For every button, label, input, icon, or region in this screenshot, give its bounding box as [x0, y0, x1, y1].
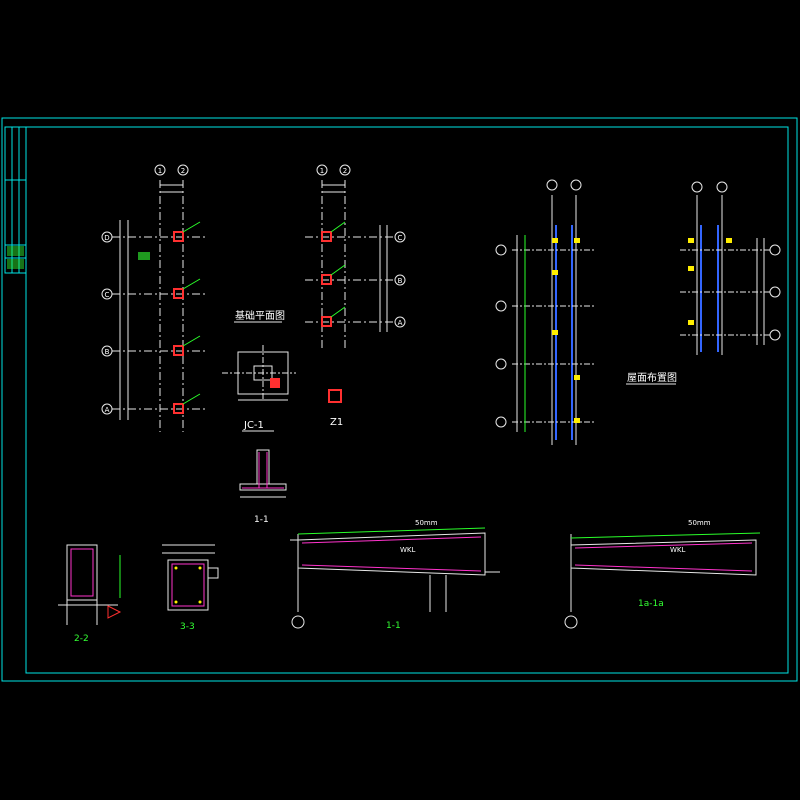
plan2-axis-2: 2 [343, 167, 347, 175]
slope-label: 50mm [415, 519, 438, 527]
inner-border [25, 126, 789, 674]
plan2-axis-1: 1 [320, 167, 324, 175]
z1-detail [328, 389, 342, 403]
drawing-sheet: 1 2 D C B A 1 2 C B A 基础平面图 JC-1 Z1 1-1 … [1, 117, 798, 682]
section-2-2-title: 2-2 [74, 634, 89, 644]
section-2-2 [58, 544, 122, 625]
beam-label: WKL [400, 546, 416, 554]
axis-d: D [104, 234, 109, 242]
jc1-plan-detail [222, 345, 296, 401]
z1-title: Z1 [330, 417, 343, 428]
small-1-1-title: 1-1 [254, 515, 269, 525]
elevation-2 [680, 181, 781, 355]
section-1-1: 50mm WKL [290, 519, 500, 629]
title-strip [4, 126, 27, 274]
axis-c: C [105, 291, 110, 299]
axis-a: A [105, 406, 110, 414]
plan2-axis-c: C [398, 234, 403, 242]
axis-b: B [105, 348, 110, 356]
foundation-plan-title: 基础平面图 [235, 309, 285, 322]
plan2-axis-a: A [398, 319, 403, 327]
roof-layout-title: 屋面布置图 [627, 372, 677, 384]
slope-label-2: 50mm [688, 519, 711, 527]
small-section-1-1 [239, 449, 287, 498]
section-3-3-title: 3-3 [180, 622, 195, 632]
plan2-axis-b: B [398, 277, 403, 285]
axis-1: 1 [158, 167, 162, 175]
beam-label-2: WKL [670, 546, 686, 554]
section-1a-1a-title: 1a-1a [638, 599, 664, 609]
outer-border [1, 117, 798, 682]
jc1-title: JC-1 [243, 420, 264, 431]
axis-2: 2 [181, 167, 185, 175]
plan-second: 1 2 C B A [305, 164, 406, 350]
elevation-1 [495, 179, 595, 445]
section-3-3 [162, 544, 219, 611]
section-1a-1a: 50mm WKL [564, 519, 761, 629]
section-1-1-title: 1-1 [386, 621, 401, 631]
plan-foundation: 1 2 D C B A [101, 164, 205, 432]
